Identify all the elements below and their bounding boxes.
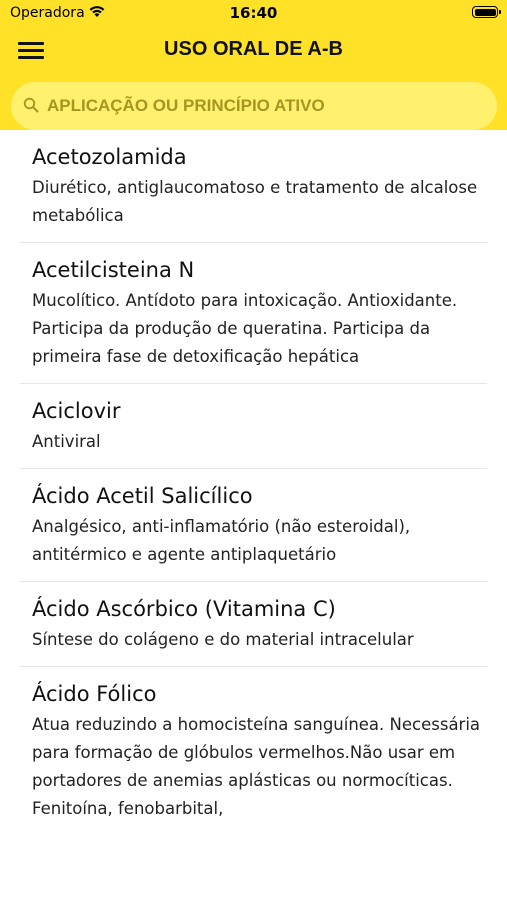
list-item[interactable]: Aciclovir Antiviral: [0, 384, 507, 468]
item-name: Ácido Ascórbico (Vitamina C): [32, 597, 336, 621]
item-name: Ácido Acetil Salicílico: [32, 484, 253, 508]
item-name: Ácido Fólico: [32, 682, 157, 706]
list-item[interactable]: Ácido Ascórbico (Vitamina C) Síntese do …: [0, 582, 507, 666]
page-title: USO ORAL DE A-B: [164, 38, 343, 60]
search-icon: [23, 97, 39, 113]
battery-icon: [472, 6, 501, 18]
list-item[interactable]: Ácido Acetil Salicílico Analgésico, anti…: [0, 469, 507, 581]
item-name: Aciclovir: [32, 399, 121, 423]
item-description: Síntese do colágeno e do material intrac…: [32, 630, 414, 649]
list-item[interactable]: Acetilcisteina N Mucolítico. Antídoto pa…: [0, 243, 507, 383]
item-description: Analgésico, anti-inflamatório (não ester…: [32, 517, 411, 564]
search-bar[interactable]: [11, 82, 497, 130]
item-name: Acetozolamida: [32, 145, 187, 169]
top-bar: Operadora 16:40 USO ORAL DE A-B: [0, 0, 507, 130]
list-item[interactable]: Acetozolamida Diurético, antiglaucomatos…: [0, 130, 507, 242]
item-description: Mucolítico. Antídoto para intoxicação. A…: [32, 291, 458, 366]
list-item[interactable]: Ácido Fólico Atua reduzindo a homocisteí…: [0, 667, 507, 835]
search-input[interactable]: [47, 82, 477, 130]
item-description: Antiviral: [32, 432, 101, 451]
item-description: Diurético, antiglaucomatoso e tratamento…: [32, 178, 478, 225]
item-description: Atua reduzindo a homocisteína sanguínea.…: [32, 715, 481, 818]
clock: 16:40: [229, 4, 278, 22]
medication-list: Acetozolamida Diurético, antiglaucomatos…: [0, 130, 507, 835]
status-bar: Operadora 16:40: [0, 0, 507, 26]
item-name: Acetilcisteina N: [32, 258, 195, 282]
